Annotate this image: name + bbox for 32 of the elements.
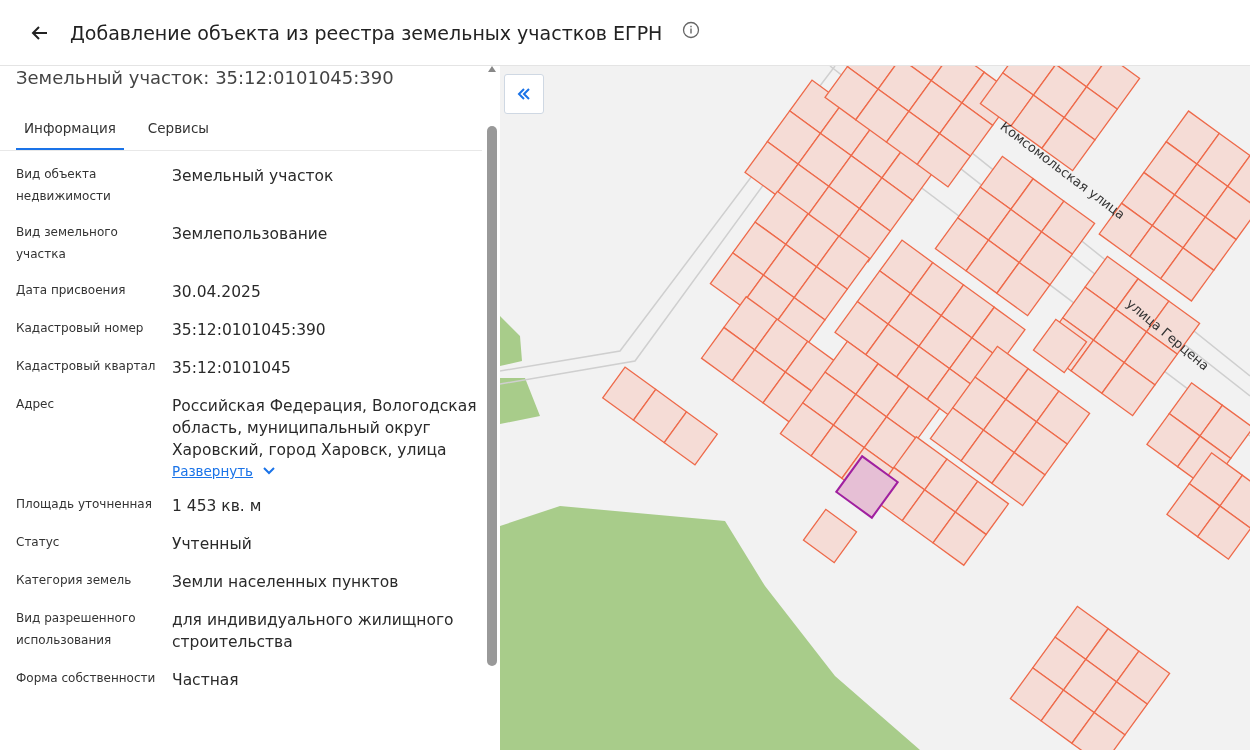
field-label: Кадастровый номер <box>16 320 145 337</box>
field-value: Земельный участок <box>172 166 335 187</box>
field-value: Землепользование <box>172 224 329 245</box>
field-label: Площадь уточненная <box>16 496 153 513</box>
chevron-down-icon <box>263 467 276 475</box>
field-label: Категория земель <box>16 572 133 589</box>
field-label: Форма собственности <box>16 670 156 687</box>
field-label: Вид объекта недвижимости <box>16 166 112 205</box>
field-value: 1 453 кв. м <box>172 496 263 517</box>
scroll-up-arrow-icon <box>488 66 496 72</box>
field-label: Вид земельного участка <box>16 224 119 263</box>
field-value: Учтенный <box>172 534 253 555</box>
double-chevron-left-icon <box>517 88 531 100</box>
field-value: Российская Федерация, Вологодская область, муниципальный округ Харовский, город Харовск, улица <box>172 396 478 461</box>
expand-link[interactable]: Развернуть <box>172 463 254 479</box>
field-label: Статус <box>16 534 61 551</box>
field-label: Адрес <box>16 396 56 413</box>
info-icon[interactable] <box>682 20 701 39</box>
tab[interactable]: Сервисы <box>139 110 217 150</box>
page-title: Добавление объекта из реестра земельных участков ЕГРН <box>70 21 663 44</box>
field-label: Вид разрешенного использования <box>16 610 137 649</box>
field-value: 35:12:0101045 <box>172 358 292 379</box>
field-value: 35:12:0101045:390 <box>172 320 327 341</box>
field-value: Частная <box>172 670 240 691</box>
field-value: 30.04.2025 <box>172 282 262 303</box>
tab[interactable]: Информация <box>16 110 124 150</box>
field-label: Дата присвоения <box>16 282 127 299</box>
field-value: для индивидуального жилищного строительства <box>172 610 455 653</box>
parcel-heading: Земельный участок: 35:12:0101045:390 <box>16 66 395 90</box>
collapse-panel-button[interactable] <box>504 74 544 114</box>
field-value: Земли населенных пунктов <box>172 572 400 593</box>
field-label: Кадастровый квартал <box>16 358 156 375</box>
